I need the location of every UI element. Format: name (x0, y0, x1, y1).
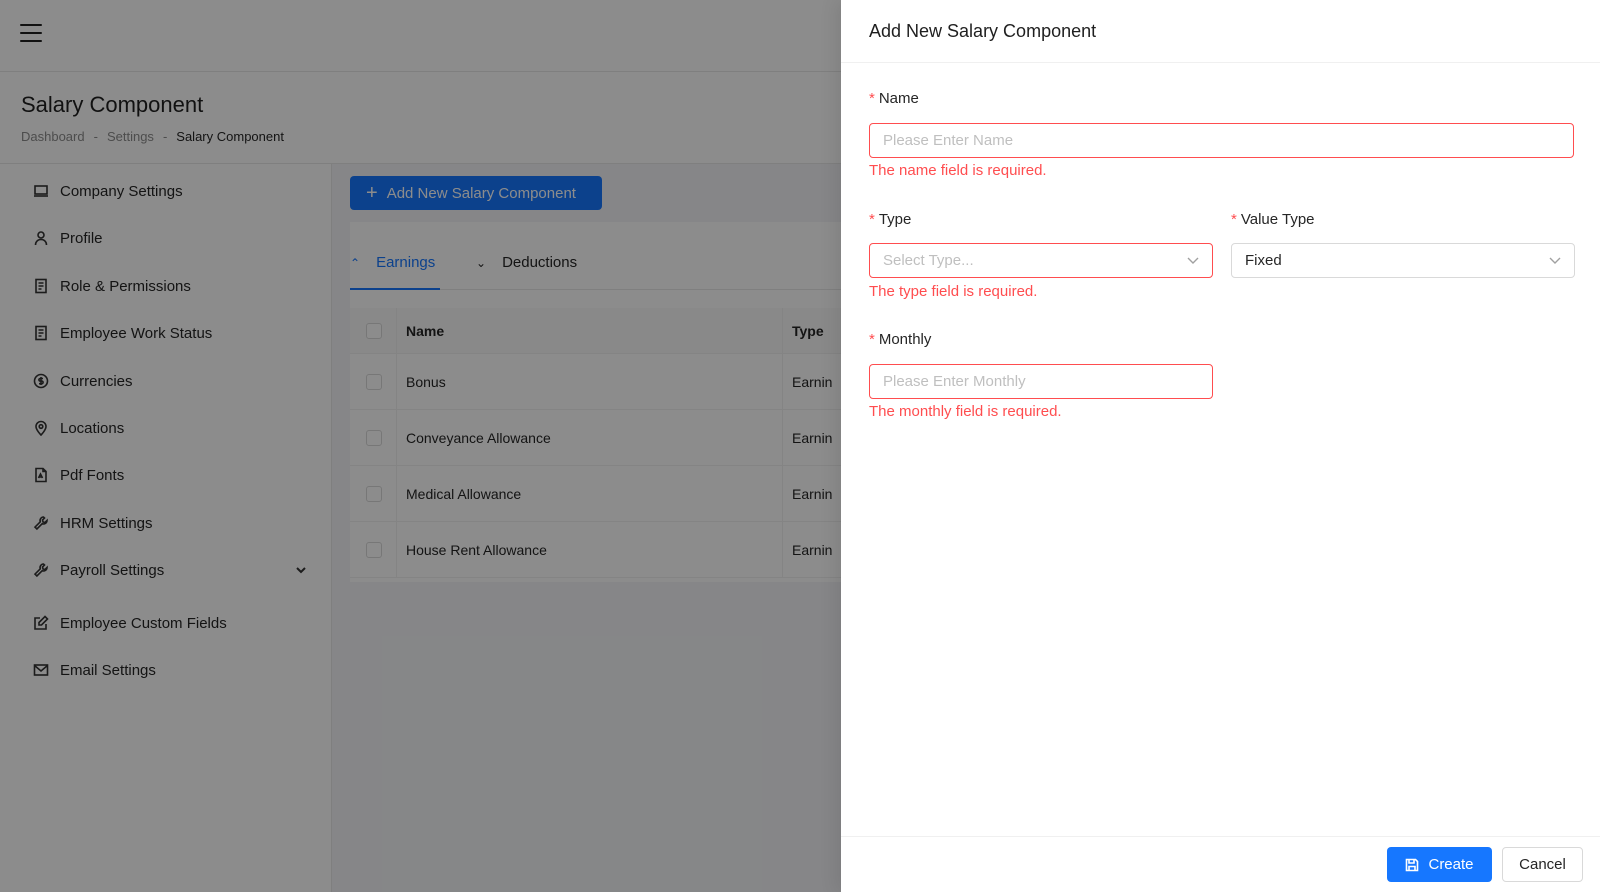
required-mark: * (1231, 211, 1237, 228)
value-type-value: Fixed (1245, 252, 1282, 269)
type-label-text: Type (878, 211, 912, 228)
create-button-label: Create (1428, 856, 1474, 873)
value-type-label-text: Value Type (1240, 211, 1315, 228)
required-mark: * (869, 331, 875, 348)
monthly-label: * Monthly (869, 331, 931, 348)
required-mark: * (869, 90, 875, 107)
add-salary-component-drawer: Add New Salary Component * Name Please E… (841, 0, 1600, 892)
name-placeholder: Please Enter Name (883, 132, 1014, 149)
monthly-error: The monthly field is required. (869, 403, 1062, 420)
monthly-input[interactable]: Please Enter Monthly (869, 364, 1213, 399)
monthly-label-text: Monthly (878, 331, 932, 348)
drawer-header: Add New Salary Component (841, 0, 1600, 63)
chevron-down-icon (1548, 253, 1562, 267)
name-label: * Name (869, 90, 919, 107)
monthly-placeholder: Please Enter Monthly (883, 373, 1026, 390)
cancel-button[interactable]: Cancel (1502, 847, 1583, 882)
type-select[interactable]: Select Type... (869, 243, 1213, 278)
type-error: The type field is required. (869, 283, 1038, 300)
value-type-label: * Value Type (1231, 211, 1315, 228)
required-mark: * (869, 211, 875, 228)
type-label: * Type (869, 211, 911, 228)
create-button[interactable]: Create (1387, 847, 1492, 882)
chevron-down-icon (1186, 253, 1200, 267)
drawer-title: Add New Salary Component (869, 21, 1097, 41)
save-icon (1406, 858, 1419, 871)
drawer-footer: Create Cancel (841, 836, 1600, 892)
type-placeholder: Select Type... (883, 252, 974, 269)
name-error: The name field is required. (869, 162, 1047, 179)
name-input[interactable]: Please Enter Name (869, 123, 1574, 158)
name-label-text: Name (878, 90, 919, 107)
value-type-select[interactable]: Fixed (1231, 243, 1575, 278)
